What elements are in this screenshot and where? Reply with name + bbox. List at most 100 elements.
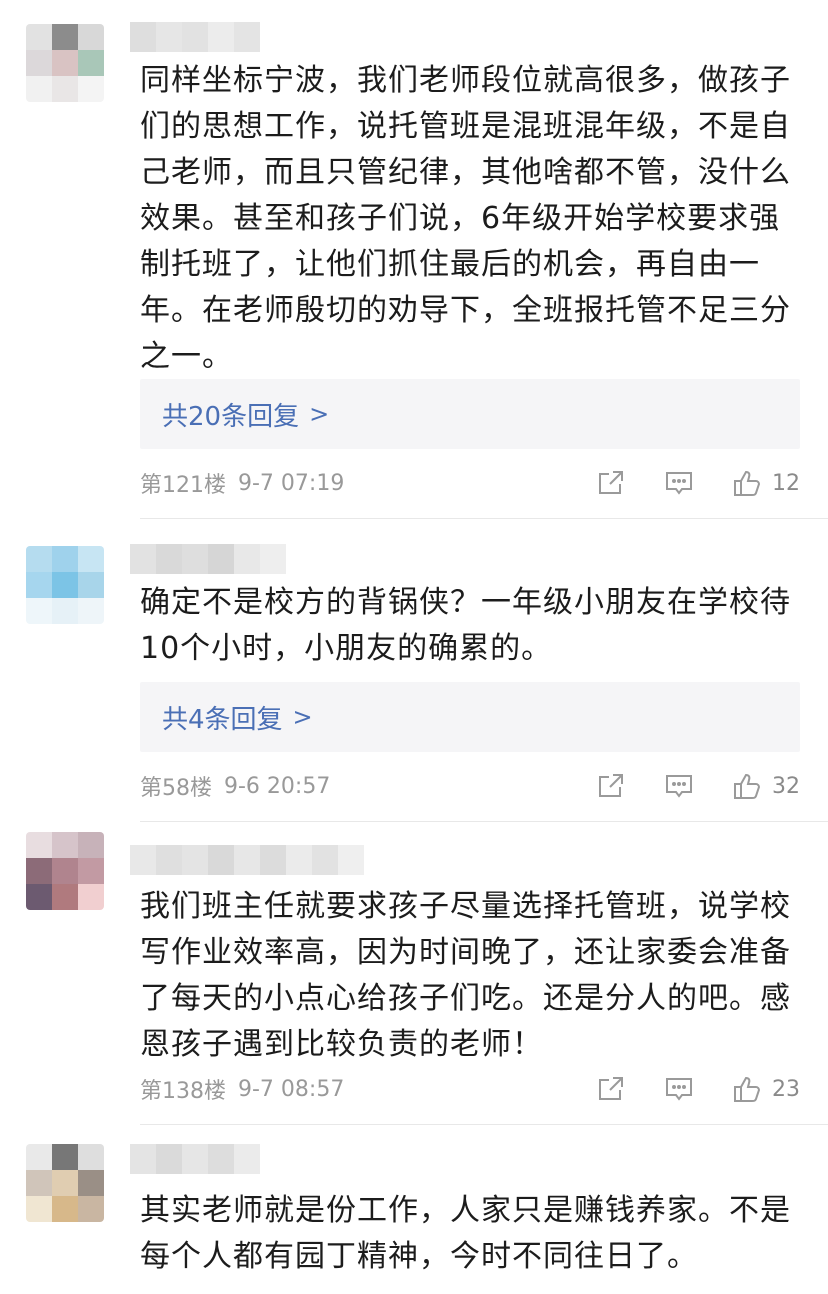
- comment-text: 其实老师就是份工作，人家只是赚钱养家。不是每个人都有园丁精神，今时不同往日了。: [140, 1193, 791, 1274]
- username-blur-block: [130, 845, 156, 875]
- like-count: 23: [772, 1076, 800, 1102]
- divider: [140, 518, 828, 519]
- comment-icon[interactable]: [662, 466, 696, 500]
- avatar-pixel: [26, 598, 52, 624]
- avatar-pixel: [78, 1170, 104, 1196]
- view-replies-button[interactable]: 共20条回复 >: [140, 379, 800, 449]
- username-blur-block: [234, 1144, 260, 1174]
- avatar-pixel: [26, 24, 52, 50]
- comment-time: 9-7 08:57: [238, 1076, 345, 1102]
- avatar-pixel: [78, 50, 104, 76]
- comment-icon[interactable]: [662, 769, 696, 803]
- chevron-right-icon: >: [309, 400, 330, 428]
- share-icon[interactable]: [594, 466, 628, 500]
- chevron-right-icon: >: [292, 703, 313, 731]
- username-blur-block: [234, 22, 260, 52]
- username-blur-block: [234, 845, 260, 875]
- username-blur-block: [182, 22, 208, 52]
- avatar-pixel: [26, 76, 52, 102]
- avatar-pixel: [52, 1196, 78, 1222]
- avatar-pixel: [52, 832, 78, 858]
- divider: [140, 821, 828, 822]
- avatar-pixel: [52, 76, 78, 102]
- avatar-pixel: [26, 1170, 52, 1196]
- username-blur-block: [208, 544, 234, 574]
- avatar-pixel: [52, 858, 78, 884]
- like-count: 32: [772, 773, 800, 799]
- username-blur-block: [338, 845, 364, 875]
- comment-icon[interactable]: [662, 1072, 696, 1106]
- avatar-pixel: [26, 546, 52, 572]
- username-blur-block: [156, 1144, 182, 1174]
- avatar-pixel: [52, 572, 78, 598]
- replies-label: 共4条回复: [162, 704, 283, 735]
- view-replies-button[interactable]: 共4条回复 >: [140, 682, 800, 752]
- avatar-pixel: [26, 1144, 52, 1170]
- floor-number: 第138楼: [140, 1079, 226, 1104]
- username-blur-block: [260, 544, 286, 574]
- avatar-pixel: [26, 884, 52, 910]
- username-blur-block: [208, 22, 234, 52]
- divider: [140, 1124, 828, 1125]
- avatar[interactable]: [26, 546, 104, 624]
- like-icon[interactable]: [730, 769, 764, 803]
- comment-text: 同样坐标宁波，我们老师段位就高很多，做孩子们的思想工作，说托管班是混班混年级，不…: [140, 63, 791, 374]
- username-blur-block: [208, 845, 234, 875]
- replies-label: 共20条回复: [162, 401, 300, 432]
- avatar-pixel: [52, 546, 78, 572]
- username-blur-block: [182, 845, 208, 875]
- avatar-pixel: [52, 1144, 78, 1170]
- username[interactable]: [130, 22, 260, 52]
- username-blur-block: [182, 1144, 208, 1174]
- avatar-pixel: [52, 24, 78, 50]
- comment-meta: 第121楼 9-7 07:19 12: [140, 466, 800, 500]
- comment-text: 我们班主任就要求孩子尽量选择托管班，说学校写作业效率高，因为时间晚了，还让家委会…: [140, 889, 791, 1062]
- username-blur-block: [182, 544, 208, 574]
- username-blur-block: [130, 22, 156, 52]
- avatar-pixel: [78, 76, 104, 102]
- username-blur-block: [130, 1144, 156, 1174]
- avatar-pixel: [52, 1170, 78, 1196]
- share-icon[interactable]: [594, 769, 628, 803]
- comment-meta: 第138楼 9-7 08:57 23: [140, 1072, 800, 1106]
- comment-time: 9-7 07:19: [238, 470, 345, 496]
- avatar-pixel: [52, 884, 78, 910]
- like-icon[interactable]: [730, 466, 764, 500]
- avatar-pixel: [26, 858, 52, 884]
- avatar[interactable]: [26, 1144, 104, 1222]
- like-icon[interactable]: [730, 1072, 764, 1106]
- avatar-pixel: [26, 572, 52, 598]
- username-blur-block: [130, 544, 156, 574]
- comment-meta: 第58楼 9-6 20:57 32: [140, 769, 800, 803]
- avatar-pixel: [78, 572, 104, 598]
- floor-number: 第121楼: [140, 473, 226, 498]
- username-blur-block: [208, 1144, 234, 1174]
- username[interactable]: [130, 544, 286, 574]
- avatar-pixel: [52, 50, 78, 76]
- username-blur-block: [260, 845, 286, 875]
- username[interactable]: [130, 845, 364, 875]
- avatar-pixel: [78, 1196, 104, 1222]
- avatar-pixel: [78, 1144, 104, 1170]
- username-blur-block: [156, 544, 182, 574]
- avatar-pixel: [78, 858, 104, 884]
- like-count: 12: [772, 470, 800, 496]
- avatar[interactable]: [26, 832, 104, 910]
- avatar-pixel: [78, 598, 104, 624]
- share-icon[interactable]: [594, 1072, 628, 1106]
- comment-text: 确定不是校方的背锅侠？一年级小朋友在学校待10个小时，小朋友的确累的。: [140, 585, 791, 666]
- comment-time: 9-6 20:57: [224, 773, 331, 799]
- avatar-pixel: [26, 1196, 52, 1222]
- username-blur-block: [156, 845, 182, 875]
- avatar-pixel: [52, 598, 78, 624]
- avatar-pixel: [78, 546, 104, 572]
- avatar[interactable]: [26, 24, 104, 102]
- avatar-pixel: [78, 832, 104, 858]
- floor-number: 第58楼: [140, 776, 212, 801]
- username-blur-block: [234, 544, 260, 574]
- username-blur-block: [286, 845, 312, 875]
- username-blur-block: [312, 845, 338, 875]
- username[interactable]: [130, 1144, 260, 1174]
- avatar-pixel: [78, 884, 104, 910]
- avatar-pixel: [78, 24, 104, 50]
